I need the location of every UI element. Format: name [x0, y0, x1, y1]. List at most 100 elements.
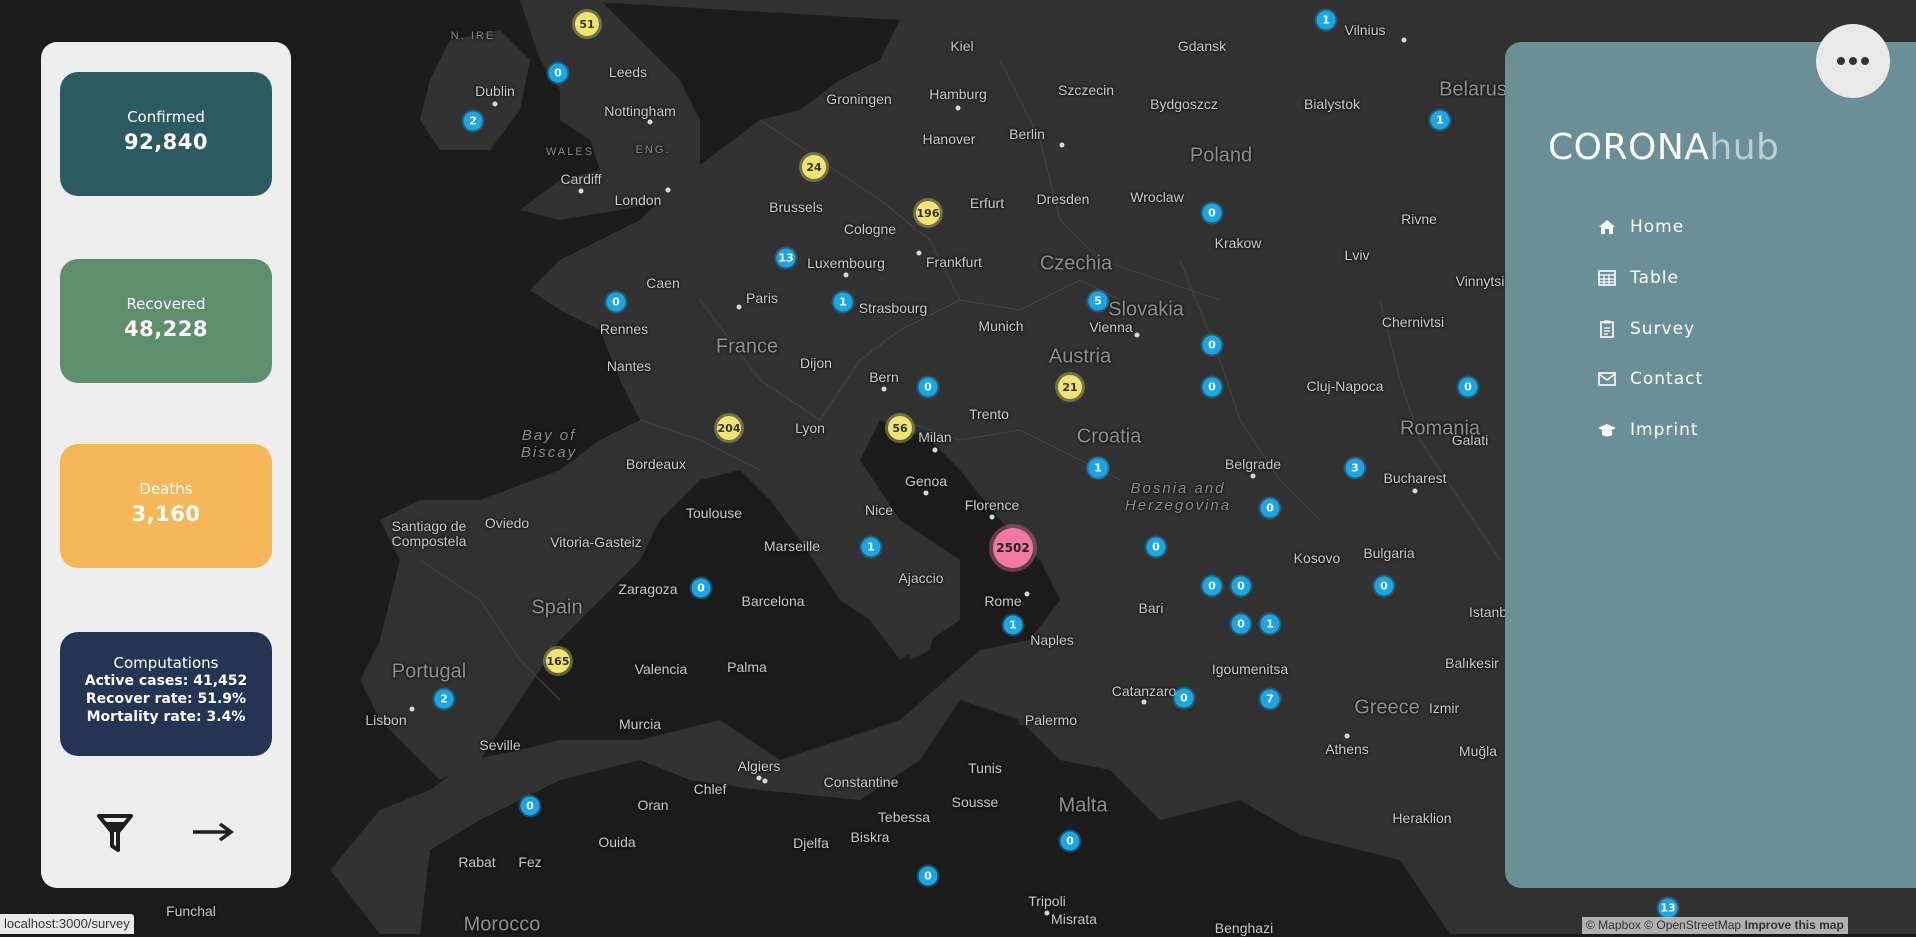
case-cluster-marker[interactable]: 1 — [1260, 614, 1280, 634]
case-cluster-marker[interactable]: 204 — [717, 416, 741, 440]
menu-dot — [1861, 57, 1869, 65]
improve-map-link[interactable]: Improve this map — [1744, 918, 1843, 932]
case-cluster-marker[interactable]: 1 — [833, 292, 853, 312]
city-dot — [409, 706, 415, 712]
city-label: Constantine — [823, 774, 899, 790]
case-cluster-marker[interactable]: 0 — [1458, 377, 1478, 397]
case-cluster-marker[interactable]: 21 — [1058, 375, 1082, 399]
case-cluster-marker[interactable]: 165 — [546, 649, 570, 673]
case-cluster-marker[interactable]: 2502 — [993, 528, 1033, 568]
menu-toggle-button[interactable] — [1816, 24, 1890, 98]
more-horizontal-icon — [1837, 57, 1845, 65]
city-dot — [923, 490, 929, 496]
nav-item-contact[interactable]: Contact — [1597, 364, 1703, 394]
case-cluster-marker[interactable]: 0 — [1202, 576, 1222, 596]
mortality-rate-text: Mortality rate: 3.4% — [86, 709, 246, 725]
region-label: N. IRE — [450, 30, 496, 42]
case-cluster-marker[interactable]: 0 — [606, 292, 626, 312]
case-cluster-marker[interactable]: 3 — [1345, 458, 1365, 478]
case-cluster-marker[interactable]: 0 — [691, 578, 711, 598]
case-cluster-marker[interactable]: 51 — [575, 12, 599, 36]
city-label: Bydgoszcz — [1150, 96, 1218, 112]
case-cluster-marker[interactable]: 0 — [520, 796, 540, 816]
city-label: Funchal — [166, 903, 216, 919]
case-cluster-marker[interactable]: 1 — [1316, 10, 1336, 30]
deaths-label: Deaths — [139, 480, 193, 498]
case-cluster-marker[interactable]: 0 — [1146, 537, 1166, 557]
city-dot — [1044, 910, 1050, 916]
computations-title: Computations — [113, 654, 219, 672]
case-cluster-marker[interactable]: 24 — [802, 155, 826, 179]
case-cluster-marker[interactable]: 5 — [1088, 291, 1108, 311]
city-dot — [1250, 473, 1256, 479]
nav-item-home[interactable]: Home — [1597, 212, 1684, 242]
case-cluster-marker[interactable]: 0 — [1174, 688, 1194, 708]
case-cluster-marker[interactable]: 13 — [1658, 898, 1678, 918]
case-cluster-marker[interactable]: 2 — [434, 689, 454, 709]
case-cluster-marker[interactable]: 1 — [1088, 458, 1108, 478]
case-cluster-marker[interactable]: 0 — [1202, 377, 1222, 397]
next-arrow-button[interactable] — [191, 817, 235, 847]
city-dot — [756, 775, 762, 781]
city-label: Frankfurt — [925, 254, 983, 270]
city-label: Fez — [518, 854, 542, 870]
city-dot — [916, 250, 922, 256]
city-label: Leeds — [608, 64, 648, 80]
nav-item-table[interactable]: Table — [1597, 263, 1679, 293]
brand-light: hub — [1709, 127, 1780, 168]
city-label: Djelfa — [793, 835, 829, 851]
city-label: Tebessa — [877, 809, 931, 825]
city-label: Luxembourg — [807, 255, 885, 271]
nav-item-survey[interactable]: Survey — [1597, 314, 1695, 344]
case-cluster-marker[interactable]: 56 — [888, 416, 912, 440]
recovered-card: Recovered 48,228 — [60, 259, 272, 383]
recovered-value: 48,228 — [123, 317, 209, 341]
city-label: Seville — [479, 737, 521, 753]
case-cluster-marker[interactable]: 0 — [548, 63, 568, 83]
case-cluster-marker[interactable]: 0 — [1231, 614, 1251, 634]
case-cluster-marker[interactable]: 0 — [1231, 576, 1251, 596]
region-label: WALES — [545, 146, 595, 158]
case-cluster-marker[interactable]: 1 — [1003, 615, 1023, 635]
case-cluster-marker[interactable]: 7 — [1260, 689, 1280, 709]
case-cluster-marker[interactable]: 0 — [918, 377, 938, 397]
nav-item-label: Imprint — [1630, 420, 1699, 440]
deaths-value: 3,160 — [131, 502, 201, 526]
city-label: Zaragoza — [618, 581, 678, 597]
brand-bold: CORONA — [1548, 127, 1710, 168]
attribution-text[interactable]: © Mapbox © OpenStreetMap — [1586, 918, 1741, 932]
city-label: London — [614, 192, 662, 208]
city-label: Tripoli — [1028, 893, 1066, 909]
case-cluster-marker[interactable]: 13 — [776, 248, 796, 268]
filter-button[interactable] — [95, 812, 135, 856]
case-cluster-marker[interactable]: 2 — [463, 111, 483, 131]
city-label: Milan — [918, 429, 952, 445]
country-label: Slovakia — [1108, 298, 1184, 321]
case-cluster-marker[interactable]: 196 — [916, 201, 940, 225]
city-label: Munich — [978, 318, 1024, 334]
city-label: Toulouse — [685, 505, 743, 521]
nav-item-imprint[interactable]: Imprint — [1597, 415, 1699, 445]
case-cluster-marker[interactable]: 0 — [1260, 498, 1280, 518]
city-dot — [843, 272, 849, 278]
city-label: Florence — [964, 497, 1020, 513]
city-label: Hanover — [922, 131, 976, 147]
brand-logo: CORONAhub — [1548, 127, 1779, 168]
city-label: Rabat — [458, 854, 496, 870]
case-cluster-marker[interactable]: 0 — [1060, 831, 1080, 851]
city-label: Tunis — [968, 760, 1002, 776]
case-cluster-marker[interactable]: 1 — [1430, 110, 1450, 130]
case-cluster-marker[interactable]: 0 — [918, 866, 938, 886]
city-label: Nottingham — [604, 103, 676, 119]
case-cluster-marker[interactable]: 0 — [1374, 576, 1394, 596]
country-label: France — [715, 335, 779, 358]
country-label: Austria — [1048, 345, 1112, 368]
city-dot — [578, 188, 584, 194]
case-cluster-marker[interactable]: 1 — [861, 537, 881, 557]
city-dot — [736, 304, 742, 310]
city-label: Naples — [1030, 632, 1074, 648]
city-label: Groningen — [826, 91, 892, 107]
city-label: Bulgaria — [1363, 545, 1415, 561]
case-cluster-marker[interactable]: 0 — [1202, 203, 1222, 223]
case-cluster-marker[interactable]: 0 — [1202, 335, 1222, 355]
